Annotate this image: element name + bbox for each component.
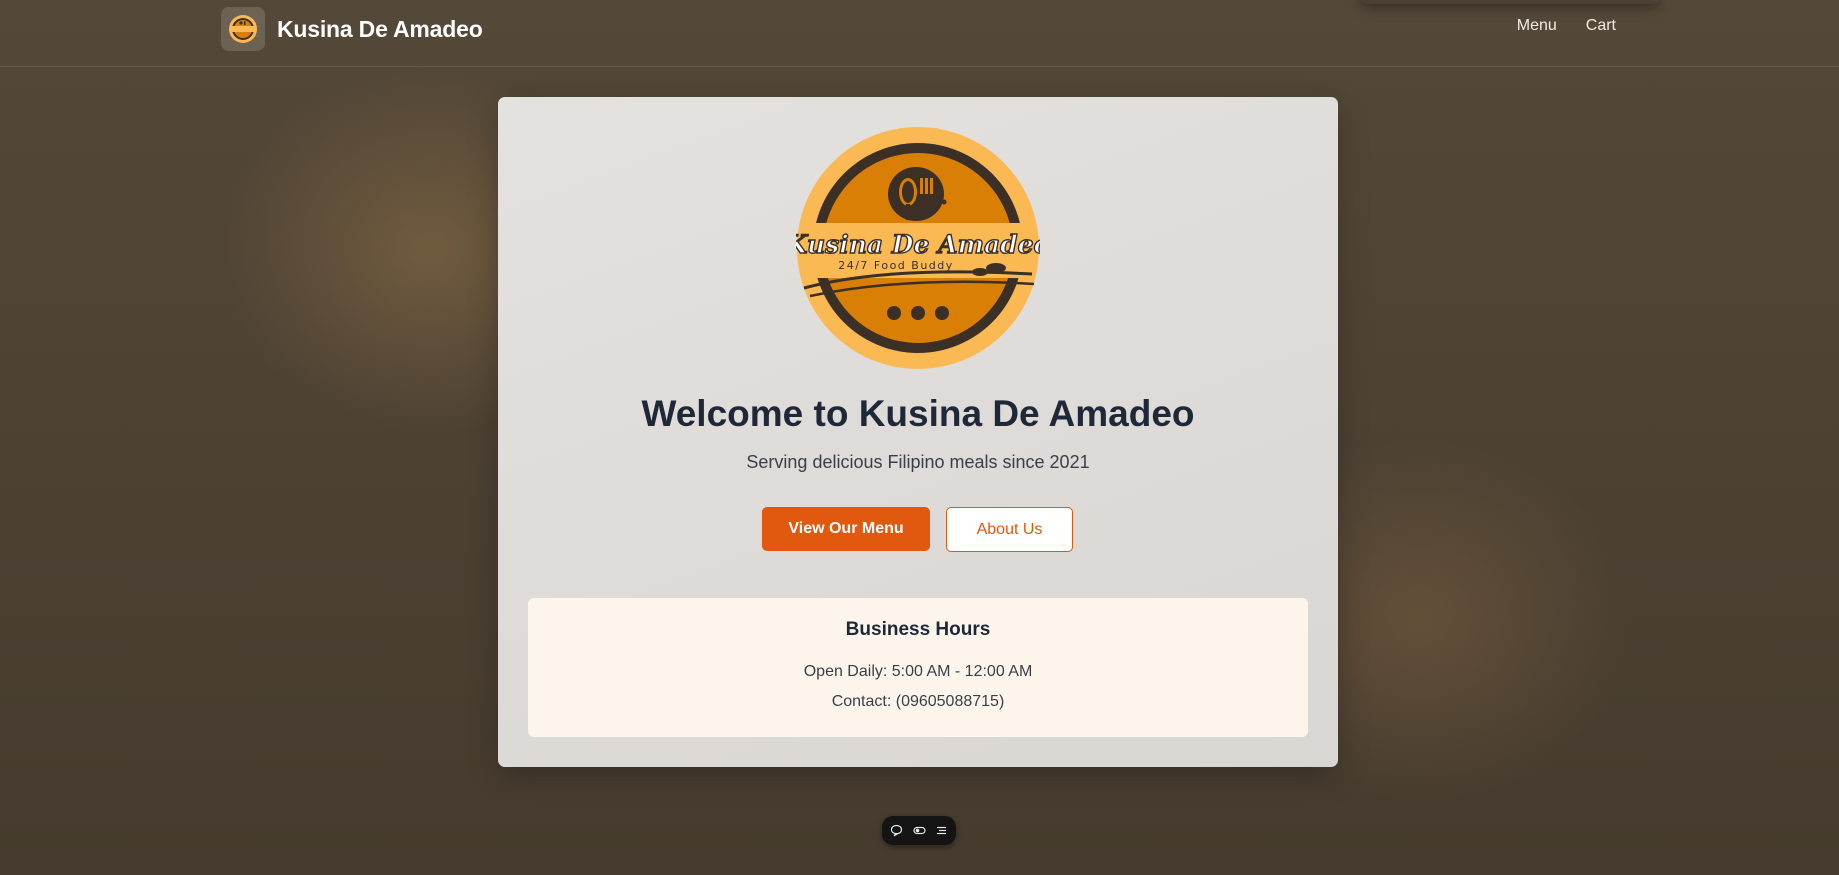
nav-cart-link[interactable]: Cart xyxy=(1586,17,1616,35)
nav-links: Menu Cart xyxy=(1517,17,1616,35)
about-us-button[interactable]: About Us xyxy=(946,507,1073,552)
view-menu-button[interactable]: View Our Menu xyxy=(762,507,930,551)
brand-logo-icon xyxy=(221,7,265,51)
opening-hours-text: Open Daily: 5:00 AM - 12:00 AM xyxy=(803,663,1033,680)
business-hours-panel: Business Hours Open Daily: 5:00 AM - 12:… xyxy=(528,598,1308,737)
brand[interactable]: Kusina De Amadeo xyxy=(221,6,483,52)
comment-icon[interactable] xyxy=(889,823,905,839)
page-subtitle: Serving delicious Filipino meals since 2… xyxy=(746,452,1090,472)
dropdown-shadow xyxy=(1360,0,1660,4)
top-navbar: Kusina De Amadeo Menu Cart xyxy=(0,0,1839,67)
contact-text: Contact: (09605088715) xyxy=(831,693,1005,710)
business-hours-title: Business Hours xyxy=(845,619,991,640)
list-icon[interactable] xyxy=(934,823,950,839)
restaurant-logo: Kusina De Amadeo 24/7 Food Buddy xyxy=(784,126,1051,370)
floating-toolbar xyxy=(882,816,956,845)
svg-text:Kusina De Amadeo: Kusina De Amadeo xyxy=(796,230,1040,259)
welcome-card: Kusina De Amadeo 24/7 Food Buddy Welcome… xyxy=(498,97,1338,767)
page-title: Welcome to Kusina De Amadeo xyxy=(641,393,1195,434)
toggle-icon[interactable] xyxy=(911,823,927,839)
nav-menu-link[interactable]: Menu xyxy=(1517,17,1557,35)
brand-name: Kusina De Amadeo xyxy=(277,15,483,42)
svg-text:24/7 Food Buddy: 24/7 Food Buddy xyxy=(838,259,954,272)
